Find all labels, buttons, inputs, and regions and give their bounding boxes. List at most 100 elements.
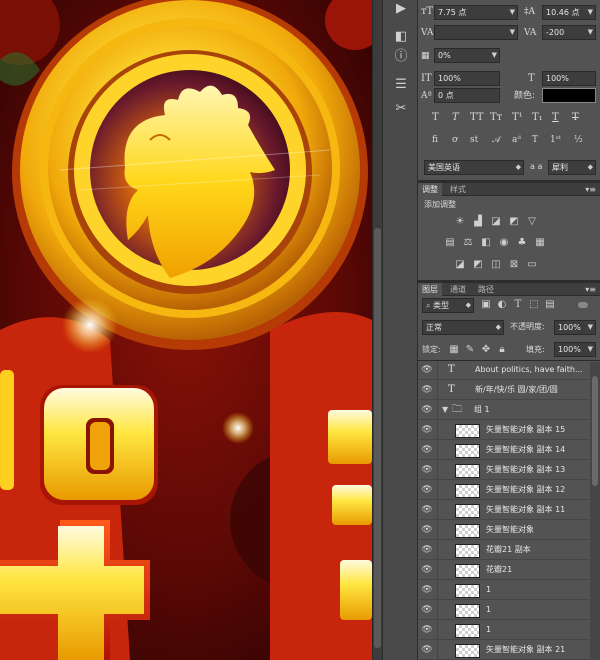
visibility-toggle[interactable]: 👁︎ xyxy=(418,381,438,400)
lock-position-icon[interactable]: ✥ xyxy=(480,344,492,356)
visibility-toggle[interactable]: 👁︎ xyxy=(418,501,438,520)
visibility-toggle[interactable]: 👁︎ xyxy=(418,361,438,380)
tab-layers[interactable]: 图层 xyxy=(418,283,442,296)
titling-button[interactable]: aᵈ xyxy=(512,134,521,146)
fill-field[interactable]: 100% ▼ xyxy=(554,342,596,357)
font-size-field[interactable]: 7.75 点 ▼ xyxy=(434,5,518,20)
underline-button[interactable]: T xyxy=(552,112,559,124)
hue-saturation-icon[interactable]: ▤ xyxy=(444,237,456,249)
filter-toggle[interactable] xyxy=(578,302,588,308)
scrollbar-thumb[interactable] xyxy=(374,228,381,648)
discretionary-ligature-button[interactable]: st xyxy=(470,134,478,146)
tab-adjustments[interactable]: 调整 xyxy=(418,183,442,196)
baseline-shift-field[interactable]: 0 点 xyxy=(434,88,500,103)
color-balance-icon[interactable]: ⚖ xyxy=(462,237,474,249)
layer-row[interactable]: 👁︎ 矢量智能对象 副本 15 xyxy=(418,421,590,440)
layer-row[interactable]: 👁︎ 矢量智能对象 副本 14 xyxy=(418,441,590,460)
faux-bold-button[interactable]: T xyxy=(432,112,439,124)
scrollbar-thumb[interactable] xyxy=(592,376,598,486)
swash-button[interactable]: 𝒜 xyxy=(492,134,501,146)
vertical-scale-field[interactable]: 100% xyxy=(434,71,500,86)
text-color-swatch[interactable] xyxy=(542,88,596,103)
canvas-vertical-scrollbar[interactable] xyxy=(372,0,382,660)
superscript-button[interactable]: T¹ xyxy=(512,112,523,124)
visibility-toggle[interactable]: 👁︎ xyxy=(418,441,438,460)
info-icon[interactable]: ⓘ xyxy=(391,48,411,66)
ligature-button[interactable]: ﬁ xyxy=(432,134,438,146)
tab-styles[interactable]: 样式 xyxy=(446,183,470,196)
layer-row[interactable]: 👁︎ 花瓣21 xyxy=(418,561,590,580)
layer-row[interactable]: 👁︎ 矢量智能对象 xyxy=(418,521,590,540)
channel-mixer-icon[interactable]: ♣ xyxy=(516,237,528,249)
panel-menu-icon[interactable]: ▾≡ xyxy=(585,283,596,296)
threshold-icon[interactable]: ◫ xyxy=(490,259,502,271)
play-icon[interactable]: ▶ xyxy=(391,0,411,18)
tsume-field[interactable]: 0% ▼ xyxy=(434,48,500,63)
exposure-icon[interactable]: ◩ xyxy=(508,216,520,228)
history-icon[interactable]: ◧ xyxy=(391,28,411,46)
kerning-field[interactable]: ▼ xyxy=(434,25,518,40)
visibility-toggle[interactable]: 👁︎ xyxy=(418,541,438,560)
layer-row[interactable]: 👁︎ 1 xyxy=(418,581,590,600)
visibility-toggle[interactable]: 👁︎ xyxy=(418,601,438,620)
brightness-icon[interactable]: ☀ xyxy=(454,216,466,228)
layer-filter-select[interactable]: ⌕ 类型 ◆ xyxy=(422,298,474,313)
visibility-toggle[interactable]: 👁︎ xyxy=(418,581,438,600)
layer-row[interactable]: 👁︎ 矢量智能对象 副本 12 xyxy=(418,481,590,500)
layer-row[interactable]: 👁︎ 1 xyxy=(418,601,590,620)
visibility-toggle[interactable]: 👁︎ xyxy=(418,521,438,540)
leading-field[interactable]: 10.46 点 ▼ xyxy=(542,5,596,20)
tab-paths[interactable]: 路径 xyxy=(474,283,498,296)
vibrance-icon[interactable]: ▽ xyxy=(526,216,538,228)
document-canvas[interactable] xyxy=(0,0,372,660)
layer-row[interactable]: 👁︎ 矢量智能对象 副本 21 xyxy=(418,641,590,660)
layer-row[interactable]: 👁︎ 1 xyxy=(418,621,590,640)
brush-preset-icon[interactable]: ☰ xyxy=(391,76,411,94)
posterize-icon[interactable]: ◩ xyxy=(472,259,484,271)
strikethrough-button[interactable]: T xyxy=(572,112,579,124)
selective-color-icon[interactable]: ⊠ xyxy=(508,259,520,271)
antialias-select[interactable]: 犀利 ◆ xyxy=(548,160,596,175)
layer-group-row[interactable]: 👁︎ ▼ 🗀︎ 组 1 xyxy=(418,401,590,420)
color-lookup-icon[interactable]: ▦ xyxy=(534,237,546,249)
visibility-toggle[interactable]: 👁︎ xyxy=(418,401,438,420)
horizontal-scale-field[interactable]: 100% xyxy=(542,71,596,86)
tab-channels[interactable]: 通道 xyxy=(446,283,470,296)
filter-smart-object-icon[interactable]: ▤ xyxy=(544,299,556,311)
invert-icon[interactable]: ◪ xyxy=(454,259,466,271)
filter-shape-icon[interactable]: ⬚ xyxy=(528,299,540,311)
language-select[interactable]: 美国英语 ◆ xyxy=(424,160,524,175)
lock-image-icon[interactable]: ✎ xyxy=(464,344,476,356)
black-white-icon[interactable]: ◧ xyxy=(480,237,492,249)
tool-preset-icon[interactable]: ✂ xyxy=(391,100,411,118)
fraction-button[interactable]: ½ xyxy=(574,134,583,146)
all-caps-button[interactable]: TT xyxy=(470,112,484,124)
visibility-toggle[interactable]: 👁︎ xyxy=(418,481,438,500)
expand-chevron-icon[interactable]: ▼ xyxy=(442,404,448,416)
filter-type-icon[interactable]: T xyxy=(512,299,524,311)
panel-menu-icon[interactable]: ▾≡ xyxy=(585,183,596,196)
gradient-map-icon[interactable]: ▭ xyxy=(526,259,538,271)
ordinal-button[interactable]: 1ˢᵗ xyxy=(550,134,561,146)
blend-mode-select[interactable]: 正常 ◆ xyxy=(422,320,504,335)
filter-pixel-icon[interactable]: ▣ xyxy=(480,299,492,311)
stylistic-button[interactable]: T xyxy=(532,134,538,146)
subscript-button[interactable]: T₁ xyxy=(532,112,543,124)
photo-filter-icon[interactable]: ◉ xyxy=(498,237,510,249)
layer-row[interactable]: 👁︎ 花瓣21 副本 xyxy=(418,541,590,560)
opacity-field[interactable]: 100% ▼ xyxy=(554,320,596,335)
layer-row[interactable]: 👁︎ 矢量智能对象 副本 13 xyxy=(418,461,590,480)
visibility-toggle[interactable]: 👁︎ xyxy=(418,421,438,440)
layers-scrollbar[interactable] xyxy=(590,362,600,660)
levels-icon[interactable]: ▟ xyxy=(472,216,484,228)
layer-row[interactable]: 👁︎ T 新/年/快/乐 圆/家/团/圆 xyxy=(418,381,590,400)
layer-row[interactable]: 👁︎ T About politics, have faith... xyxy=(418,361,590,380)
curves-icon[interactable]: ◪ xyxy=(490,216,502,228)
visibility-toggle[interactable]: 👁︎ xyxy=(418,641,438,660)
tracking-field[interactable]: -200 ▼ xyxy=(542,25,596,40)
filter-adjustment-icon[interactable]: ◐ xyxy=(496,299,508,311)
lock-transparent-icon[interactable]: ▦ xyxy=(448,344,460,356)
visibility-toggle[interactable]: 👁︎ xyxy=(418,621,438,640)
faux-italic-button[interactable]: T xyxy=(452,112,459,124)
old-style-button[interactable]: ơ xyxy=(452,134,457,146)
